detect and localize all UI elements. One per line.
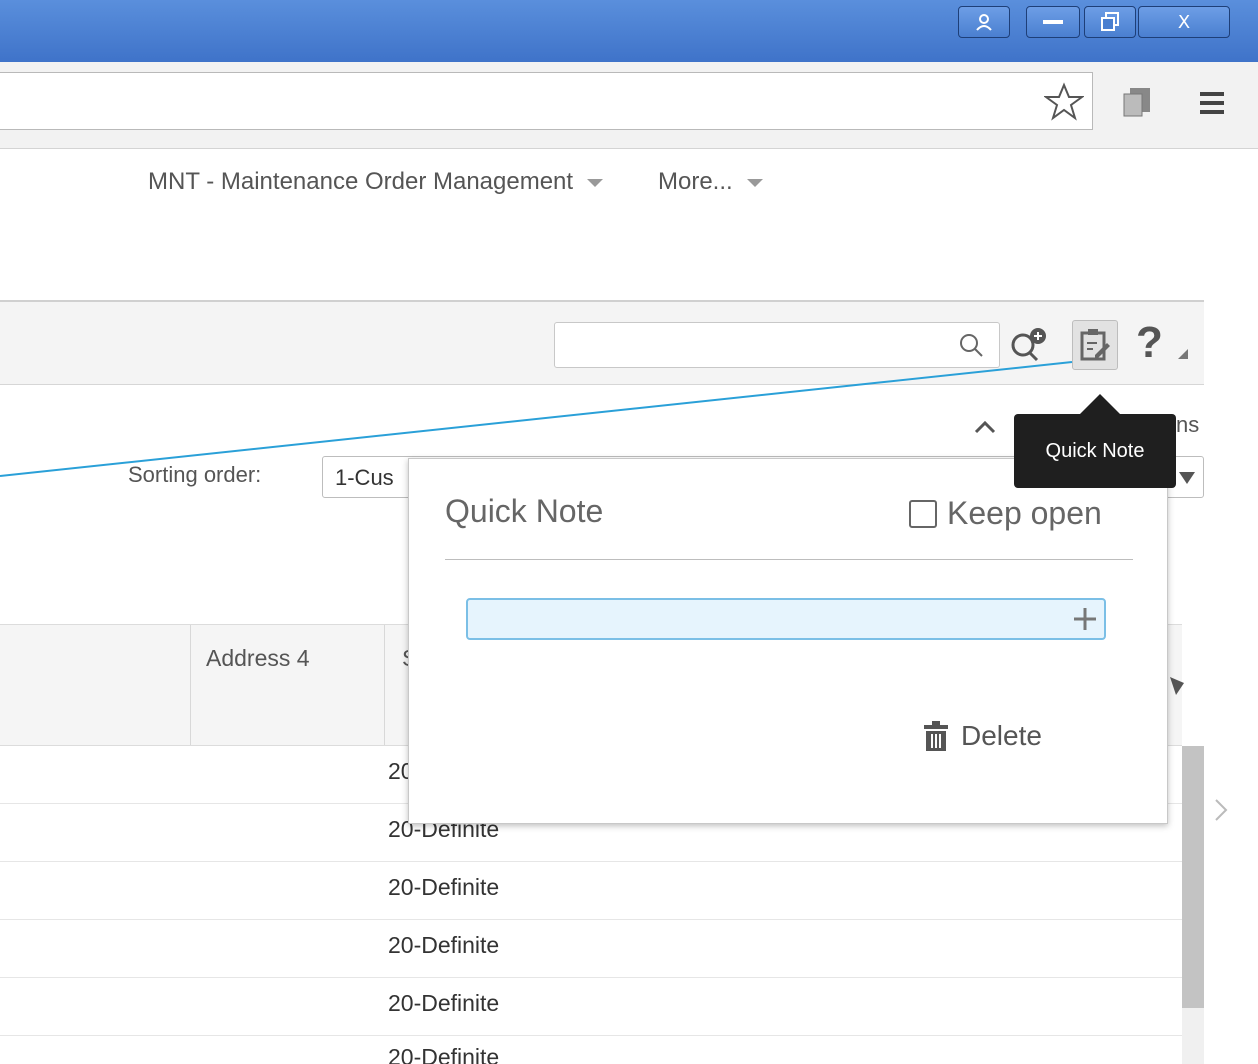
- chevron-right-icon[interactable]: [1214, 798, 1228, 827]
- status-cell: 20-Definite: [388, 1044, 500, 1064]
- add-note-icon[interactable]: [1072, 606, 1098, 637]
- quick-note-input[interactable]: [466, 598, 1106, 640]
- divider: [445, 559, 1133, 560]
- quick-note-title: Quick Note: [445, 493, 604, 529]
- quick-note-popup: Quick Note Keep open Delete: [408, 458, 1168, 824]
- status-cell: 20-Definite: [388, 874, 500, 900]
- keep-open-label: Keep open: [947, 495, 1102, 531]
- keep-open-checkbox[interactable]: Keep open: [909, 495, 1102, 532]
- trash-icon: [924, 721, 948, 751]
- sorting-order-label: Sorting order:: [128, 462, 262, 487]
- checkbox-icon: [909, 499, 937, 528]
- status-cell: 20-Definite: [388, 990, 500, 1016]
- chevron-down-icon: [1179, 471, 1195, 489]
- column-header-address4[interactable]: Address 4: [206, 645, 310, 672]
- table-row[interactable]: 20-Definite: [0, 978, 1182, 1036]
- vertical-scrollbar-thumb[interactable]: [1182, 746, 1204, 1008]
- delete-label: Delete: [961, 720, 1042, 751]
- tooltip-text: Quick Note: [1045, 439, 1145, 462]
- table-row[interactable]: 20-Definite: [0, 862, 1182, 920]
- table-row[interactable]: 20-Definite: [0, 1036, 1182, 1064]
- status-cell: 20-Definite: [388, 932, 500, 958]
- table-row[interactable]: 20-Definite: [0, 920, 1182, 978]
- delete-button[interactable]: Delete: [921, 719, 1042, 753]
- quick-note-tooltip: Quick Note: [1014, 394, 1176, 488]
- sorting-order-value: 1-Cus: [335, 465, 394, 490]
